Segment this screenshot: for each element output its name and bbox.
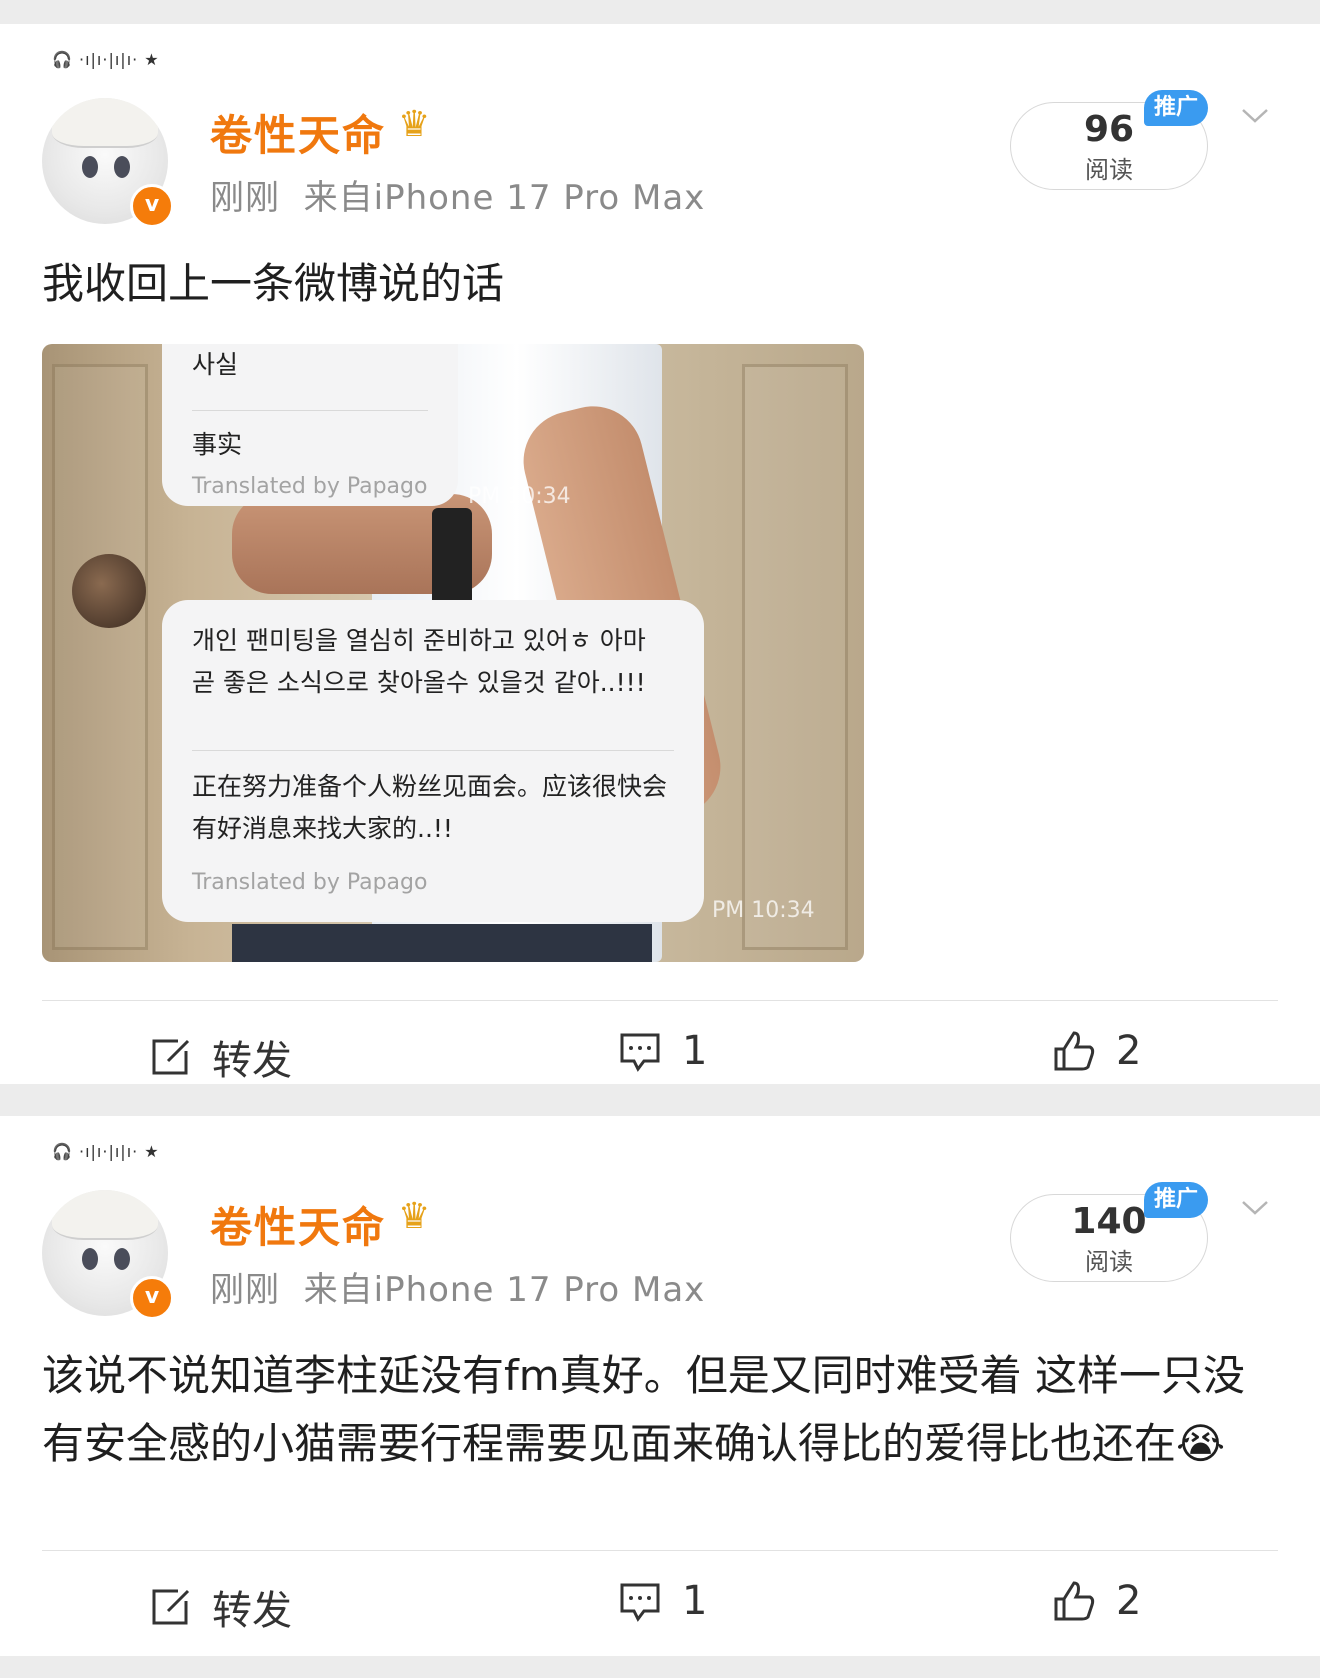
post-text: 我收回上一条微博说的话	[42, 259, 505, 308]
comment-count: 1	[682, 1578, 708, 1624]
post-time: 刚刚	[210, 1270, 280, 1310]
repost-button[interactable]: 转发	[148, 1028, 292, 1086]
message-time: PM 10:34	[468, 484, 571, 509]
avatar-decoration: 🎧 ·ı|ı·|ı|ı· ★	[52, 50, 160, 69]
like-button[interactable]: 2	[1052, 1028, 1141, 1074]
crown-icon[interactable]: ♛	[398, 1196, 430, 1237]
comment-icon	[620, 1583, 660, 1622]
papago-credit: Translated by Papago	[192, 474, 428, 499]
like-count: 2	[1116, 1578, 1142, 1624]
promo-badge[interactable]: 推广	[1144, 90, 1208, 126]
post-image[interactable]: 사실 事实 Translated by Papago PM 10:34 개인 팬…	[42, 344, 864, 962]
like-count: 2	[1116, 1028, 1142, 1074]
like-icon	[1054, 1581, 1095, 1621]
post-meta: 刚刚 来自iPhone 17 Pro Max	[210, 170, 705, 219]
verified-icon: v	[130, 184, 174, 228]
post-text: 该说不说知道李柱延没有fm真好。但是又同时难受着 这样一只没有安全感的小猫需要行…	[42, 1351, 1246, 1468]
reads-label: 阅读	[1085, 1248, 1133, 1276]
chat-bubble: 개인 팬미팅을 열심히 준비하고 있어ㅎ 아마 곧 좋은 소식으로 찾아올수 있…	[162, 600, 704, 922]
chevron-down-icon[interactable]	[1240, 100, 1270, 130]
bubble-original-text: 개인 팬미팅을 열심히 준비하고 있어ㅎ 아마 곧 좋은 소식으로 찾아올수 있…	[192, 626, 646, 697]
repost-label: 转发	[212, 1588, 292, 1634]
chevron-down-icon[interactable]	[1240, 1192, 1270, 1222]
post-source: 来自iPhone 17 Pro Max	[303, 1270, 706, 1310]
comment-icon	[620, 1033, 660, 1072]
like-icon	[1054, 1031, 1095, 1071]
repost-icon	[152, 1589, 190, 1625]
promo-badge[interactable]: 推广	[1144, 1182, 1208, 1218]
bubble-translation: 正在努力准备个人粉丝见面会。应该很快会有好消息来找大家的..!!	[192, 772, 668, 843]
message-time: PM 10:34	[712, 898, 815, 923]
verified-icon: v	[130, 1276, 174, 1320]
chat-bubble: 사실 事实 Translated by Papago	[162, 344, 458, 506]
bubble-translation: 事实	[192, 430, 243, 459]
repost-button[interactable]: 转发	[148, 1578, 292, 1636]
headphone-icon: 🎧	[52, 1142, 73, 1161]
like-button[interactable]: 2	[1052, 1578, 1141, 1624]
comment-button[interactable]: 1	[618, 1578, 707, 1624]
sender-avatar	[72, 554, 146, 628]
post-card: 🎧 ·ı|ı·|ı|ı· ★ v 卷性天命 ♛ 刚刚 来自iPhone 17 P…	[0, 24, 1320, 1084]
post-card: 🎧 ·ı|ı·|ı|ı· ★ v 卷性天命 ♛ 刚刚 来自iPhone 17 P…	[0, 1116, 1320, 1656]
username[interactable]: 卷性天命	[210, 102, 386, 163]
post-time: 刚刚	[210, 178, 280, 218]
username[interactable]: 卷性天命	[210, 1194, 386, 1255]
comment-count: 1	[682, 1028, 708, 1074]
bubble-original-text: 사실	[192, 350, 239, 379]
repost-icon	[152, 1039, 190, 1075]
comment-button[interactable]: 1	[618, 1028, 707, 1074]
repost-label: 转发	[212, 1038, 292, 1084]
papago-credit: Translated by Papago	[192, 870, 428, 895]
post-meta: 刚刚 来自iPhone 17 Pro Max	[210, 1262, 705, 1311]
avatar-decoration: 🎧 ·ı|ı·|ı|ı· ★	[52, 1142, 160, 1161]
post-source: 来自iPhone 17 Pro Max	[303, 178, 706, 218]
crown-icon[interactable]: ♛	[398, 104, 430, 145]
reads-label: 阅读	[1085, 156, 1133, 184]
headphone-icon: 🎧	[52, 50, 73, 69]
